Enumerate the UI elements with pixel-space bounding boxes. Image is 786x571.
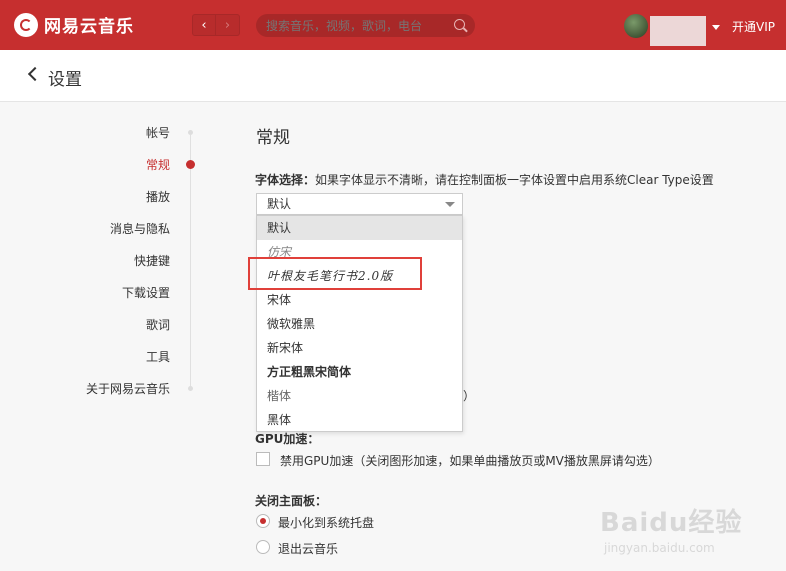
back-arrow-icon[interactable] xyxy=(27,66,43,82)
netease-music-logo-icon xyxy=(14,12,38,37)
watermark-main: Baidu经验 xyxy=(600,508,743,538)
font-dropdown: 默认 仿宋 叶根友毛笔行书2.0版 宋体 微软雅黑 新宋体 方正粗黑宋简体 楷体… xyxy=(256,215,463,432)
top-bar: 网易云音乐 ‹ › 开通VIP xyxy=(0,0,786,50)
sidebar-item-privacy[interactable]: 消息与隐私 xyxy=(110,220,170,237)
font-select[interactable]: 默认 xyxy=(256,193,463,215)
sidebar-item-tools[interactable]: 工具 xyxy=(146,348,170,365)
avatar[interactable] xyxy=(624,14,648,38)
font-option-default[interactable]: 默认 xyxy=(257,216,462,240)
vip-link[interactable]: 开通VIP xyxy=(732,18,775,35)
app-name: 网易云音乐 xyxy=(44,17,134,37)
font-option-songti[interactable]: 宋体 xyxy=(257,288,462,312)
sidebar-item-account[interactable]: 帐号 xyxy=(146,124,170,141)
app-logo[interactable]: 网易云音乐 xyxy=(14,12,134,37)
gpu-disable-checkbox[interactable] xyxy=(256,452,270,466)
font-select-value: 默认 xyxy=(267,197,292,211)
sidebar-item-lyrics[interactable]: 歌词 xyxy=(146,316,170,333)
page-title: 设置 xyxy=(48,70,82,90)
sidebar-item-playback[interactable]: 播放 xyxy=(146,188,170,205)
caret-down-icon xyxy=(445,202,455,207)
font-option-kaiti[interactable]: 楷体 xyxy=(257,384,462,408)
settings-header: 设置 xyxy=(0,50,786,102)
settings-sidebar: 帐号 常规 播放 消息与隐私 快捷键 下载设置 歌词 工具 关于网易云音乐 xyxy=(0,103,210,571)
username-redacted[interactable] xyxy=(650,16,706,46)
close-panel-title: 关闭主面板： xyxy=(255,494,328,508)
watermark-url: jingyan.baidu.com xyxy=(604,541,715,555)
search-input[interactable] xyxy=(266,18,446,33)
gpu-checkbox-label[interactable]: 禁用GPU加速（关闭图形加速，如果单曲播放页或MV播放黑屏请勾选） xyxy=(280,452,660,469)
back-button[interactable]: ‹ xyxy=(192,14,216,36)
radio-minimize-label[interactable]: 最小化到系统托盘 xyxy=(278,514,374,531)
settings-main: 常规 字体选择：如果字体显示不清晰，请在控制面板一字体设置中启用系统Clear … xyxy=(210,103,786,571)
history-nav: ‹ › xyxy=(192,14,240,36)
sidebar-item-general[interactable]: 常规 xyxy=(146,156,170,173)
obscured-text-fragment: ） xyxy=(463,389,476,403)
sidebar-dot-active xyxy=(186,160,195,169)
search-box[interactable] xyxy=(256,14,475,37)
baidu-watermark: Baidu经验 jingyan.baidu.com xyxy=(600,502,742,555)
radio-exit-app[interactable] xyxy=(256,540,270,554)
font-option-yahei[interactable]: 微软雅黑 xyxy=(257,312,462,336)
sidebar-item-shortcuts[interactable]: 快捷键 xyxy=(134,252,170,269)
chevron-left-icon: ‹ xyxy=(201,17,207,33)
font-selection-label: 字体选择：如果字体显示不清晰，请在控制面板一字体设置中启用系统Clear Typ… xyxy=(255,171,714,188)
font-label-title: 字体选择： xyxy=(255,173,316,187)
sidebar-item-download[interactable]: 下载设置 xyxy=(122,284,170,301)
sidebar-timeline xyxy=(190,131,191,389)
sidebar-dot xyxy=(188,386,193,391)
font-option-heiti[interactable]: 黑体 xyxy=(257,408,462,432)
sidebar-dot xyxy=(188,130,193,135)
gpu-section-title: GPU加速： xyxy=(255,432,320,446)
chevron-right-icon: › xyxy=(224,17,231,33)
radio-exit-label[interactable]: 退出云音乐 xyxy=(278,540,338,557)
search-icon[interactable] xyxy=(454,19,465,30)
font-option-fzcuhei[interactable]: 方正粗黑宋简体 xyxy=(257,360,462,384)
caret-down-icon[interactable] xyxy=(712,25,720,30)
annotation-highlight-box xyxy=(248,257,422,290)
font-label-hint: 如果字体显示不清晰，请在控制面板一字体设置中启用系统Clear Type设置 xyxy=(315,173,714,187)
forward-button[interactable]: › xyxy=(216,14,240,36)
font-option-xinsong[interactable]: 新宋体 xyxy=(257,336,462,360)
section-title-general: 常规 xyxy=(256,128,290,148)
sidebar-item-about[interactable]: 关于网易云音乐 xyxy=(86,380,170,397)
radio-minimize-tray[interactable] xyxy=(256,514,270,528)
